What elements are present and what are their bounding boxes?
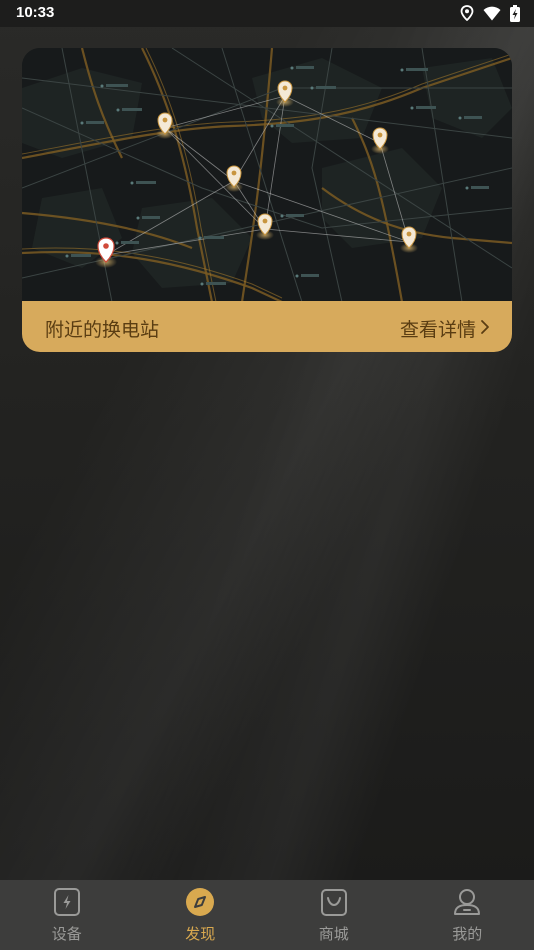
user-icon (452, 887, 482, 917)
chevron-right-icon (480, 318, 490, 340)
status-icons (460, 4, 520, 22)
status-time: 10:33 (16, 4, 55, 21)
nav-label-discover: 发现 (185, 925, 216, 943)
view-details-label: 查看详情 (399, 319, 476, 341)
bottom-navigation: 设备 发现 商城 我的 (0, 880, 534, 950)
nav-tab-mine[interactable]: 我的 (401, 880, 534, 950)
nav-label-mine: 我的 (452, 925, 483, 943)
nearby-stations-card[interactable]: 附近的换电站 查看详情 (22, 48, 512, 352)
view-details-link[interactable]: 查看详情 (400, 315, 490, 342)
nav-tab-discover[interactable]: 发现 (134, 880, 268, 950)
wifi-icon (483, 6, 501, 21)
shopping-bag-icon (319, 887, 349, 917)
map-card-footer[interactable]: 附近的换电站 查看详情 (22, 301, 512, 352)
status-bar: 10:33 (0, 0, 534, 27)
nav-label-device: 设备 (51, 925, 82, 943)
nav-label-store: 商城 (318, 925, 349, 943)
device-icon (52, 887, 82, 917)
location-icon (460, 5, 474, 21)
stations-map[interactable] (22, 48, 512, 302)
nav-tab-store[interactable]: 商城 (267, 880, 401, 950)
nav-tab-device[interactable]: 设备 (0, 880, 134, 950)
compass-icon (185, 887, 215, 917)
battery-charging-icon (510, 4, 520, 22)
nearby-stations-title: 附近的换电站 (45, 319, 160, 341)
